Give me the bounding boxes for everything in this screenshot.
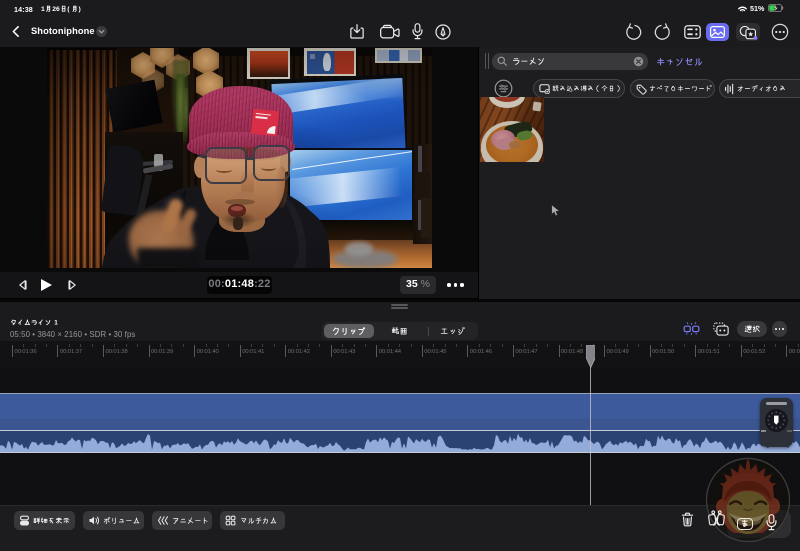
svg-text:26: 26	[52, 6, 60, 12]
svg-text:1: 1	[54, 319, 58, 325]
svg-text:(: (	[67, 6, 70, 12]
svg-text:): )	[79, 6, 81, 12]
svg-text:1: 1	[41, 6, 45, 12]
